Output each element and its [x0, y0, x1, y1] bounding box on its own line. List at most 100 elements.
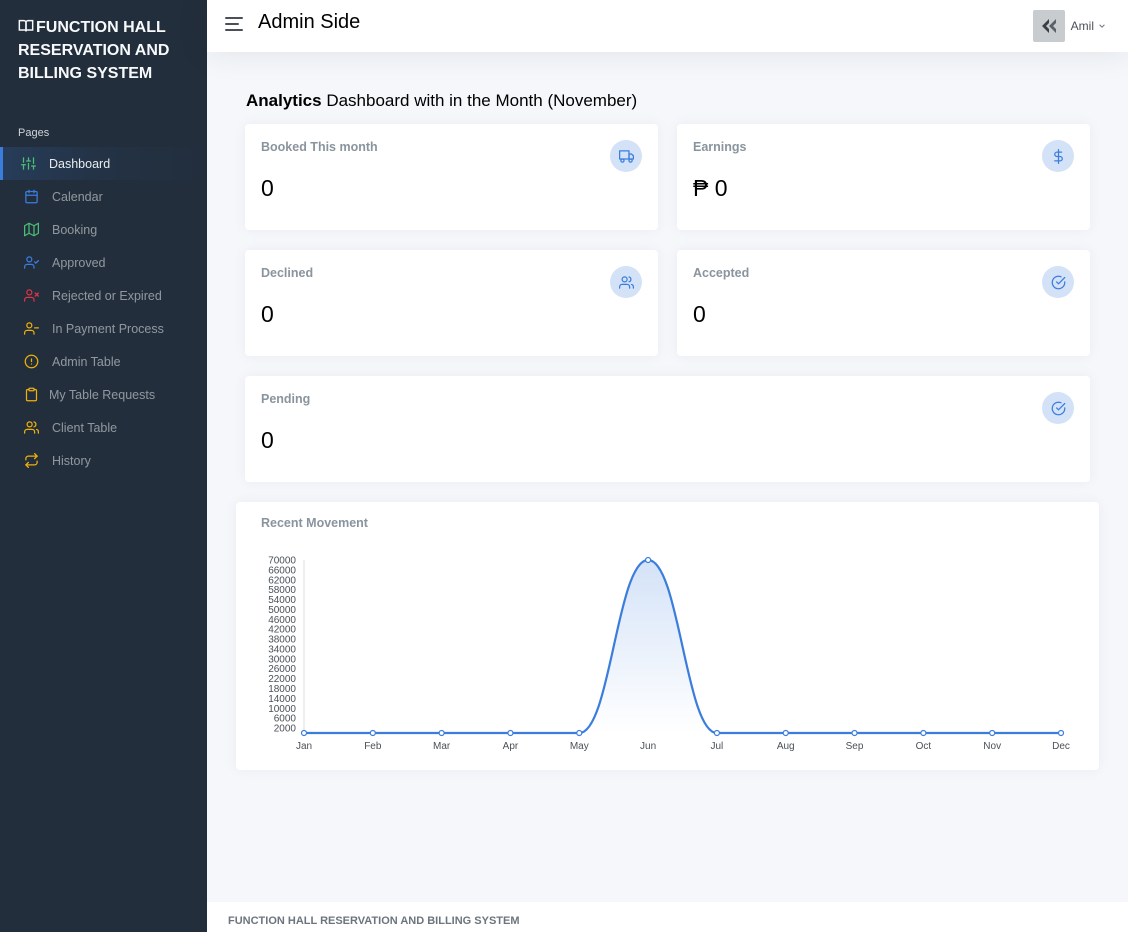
dollar-sign-icon [1042, 140, 1074, 172]
sidebar-header: Pages [18, 127, 50, 139]
page-title: Admin Side [258, 11, 361, 33]
y-tick-label: 30000 [268, 654, 296, 665]
brand-line-2: RESERVATION AND [18, 42, 170, 59]
card-title: Pending [261, 392, 311, 406]
card-value: 0 [261, 301, 274, 327]
data-point [920, 729, 927, 737]
data-point [438, 729, 445, 737]
card-title: Earnings [693, 140, 747, 154]
recent-movement-chart-card: Recent Movement 2000 6000 10000 14000 18000 2… [236, 502, 1099, 770]
sidebar-item-in-payment-process[interactable]: In Payment Process [0, 312, 207, 345]
map-icon [24, 222, 39, 237]
sidebar-item-calendar[interactable]: Calendar [0, 180, 207, 213]
sidebar-item-label: My Table Requests [49, 387, 156, 402]
page-scrollbar[interactable] [1128, 0, 1141, 932]
sidebar-item-label: In Payment Process [52, 321, 164, 336]
y-tick-label: 14000 [268, 694, 296, 705]
card-title: Declined [261, 266, 314, 280]
sidebar-item-label: Approved [52, 255, 106, 270]
x-tick-label: Mar [433, 741, 451, 752]
brand-line-1: FUNCTION HALL [36, 19, 166, 36]
x-tick-label: Dec [1052, 741, 1070, 752]
user-name: Amil [1070, 19, 1094, 33]
data-point [851, 729, 858, 737]
user-check-icon [24, 256, 39, 269]
sidebar: FUNCTION HALL RESERVATION AND BILLING SY… [0, 0, 207, 932]
card-title: Booked This month [261, 140, 378, 154]
check-circle-icon [1042, 392, 1074, 424]
y-tick-label: 18000 [268, 684, 296, 695]
user-minus-icon [24, 322, 39, 335]
hamburger-line [225, 23, 239, 25]
declined-card: Declined 0 [245, 250, 658, 356]
data-point [576, 729, 583, 737]
pending-card: Pending 0 [245, 376, 1090, 482]
data-point [300, 729, 308, 737]
x-tick-label: Sep [846, 741, 864, 752]
heading-bold: Analytics [246, 91, 322, 110]
data-point [1057, 729, 1065, 737]
sidebar-toggle-button[interactable] [225, 17, 245, 33]
footer-text: FUNCTION HALL RESERVATION AND BILLING SY… [228, 915, 520, 927]
repeat-icon [24, 453, 39, 468]
y-tick-label: 66000 [268, 565, 296, 576]
top-navbar: Admin Side Amil [207, 0, 1128, 52]
x-tick-label: Jul [711, 741, 724, 752]
y-tick-label: 22000 [268, 674, 296, 685]
clipboard-icon [25, 387, 38, 402]
book-icon [18, 19, 34, 32]
heading-rest: Dashboard with in the Month (November) [321, 91, 638, 110]
card-value: 0 [693, 301, 706, 327]
x-tick-label: Jun [640, 741, 656, 752]
y-tick-label: 2000 [274, 724, 297, 735]
sidebar-item-label: Client Table [52, 420, 118, 435]
alert-circle-icon [24, 354, 39, 369]
users-icon [24, 421, 39, 434]
y-tick-label: 6000 [274, 714, 297, 725]
sliders-icon [21, 157, 36, 170]
y-tick-label: 50000 [268, 605, 296, 616]
sidebar-item-my-table-requests[interactable]: My Table Requests [0, 378, 207, 411]
calendar-icon [25, 189, 38, 204]
x-tick-label: Oct [916, 741, 932, 752]
user-x-icon [24, 289, 39, 302]
sidebar-item-dashboard[interactable]: Dashboard [0, 147, 207, 180]
logo-icon [1041, 19, 1056, 33]
sidebar-item-rejected-or-expired[interactable]: Rejected or Expired [0, 279, 207, 312]
sidebar-item-admin-table[interactable]: Admin Table [0, 345, 207, 378]
sidebar-item-client-table[interactable]: Client Table [0, 411, 207, 444]
data-point [644, 556, 652, 564]
truck-icon [610, 140, 642, 172]
chevron-down-icon [1099, 24, 1105, 28]
y-tick-label: 62000 [268, 575, 296, 586]
y-tick-label: 38000 [268, 635, 296, 646]
sidebar-item-approved[interactable]: Approved [0, 246, 207, 279]
data-point [713, 729, 721, 737]
x-tick-label: Apr [503, 741, 519, 752]
x-tick-label: Feb [364, 741, 382, 752]
avatar[interactable] [1032, 10, 1065, 42]
user-menu-dropdown[interactable]: Amil [1032, 10, 1106, 42]
data-point [369, 729, 376, 737]
brand[interactable]: FUNCTION HALL RESERVATION AND BILLING SY… [0, 0, 207, 85]
y-tick-label: 10000 [268, 704, 296, 715]
dashboard-heading: Analytics Dashboard with in the Month (N… [246, 91, 637, 111]
y-tick-label: 70000 [268, 556, 296, 567]
x-tick-label: Jan [296, 741, 312, 752]
brand-line-3: BILLING SYSTEM [18, 65, 153, 82]
y-tick-label: 34000 [268, 644, 296, 655]
users-icon [610, 266, 642, 298]
sidebar-item-label: Booking [52, 222, 98, 237]
data-point [989, 729, 996, 737]
card-value: 0 [261, 175, 274, 201]
y-tick-label: 26000 [268, 664, 296, 675]
sidebar-item-booking[interactable]: Booking [0, 213, 207, 246]
x-tick-label: Aug [777, 741, 795, 752]
y-tick-label: 42000 [268, 625, 296, 636]
x-tick-label: May [570, 741, 589, 752]
footer: FUNCTION HALL RESERVATION AND BILLING SY… [207, 902, 1128, 932]
sidebar-item-history[interactable]: History [0, 444, 207, 477]
x-tick-label: Nov [983, 741, 1001, 752]
sidebar-item-label: Admin Table [52, 354, 121, 369]
data-point [782, 729, 789, 737]
